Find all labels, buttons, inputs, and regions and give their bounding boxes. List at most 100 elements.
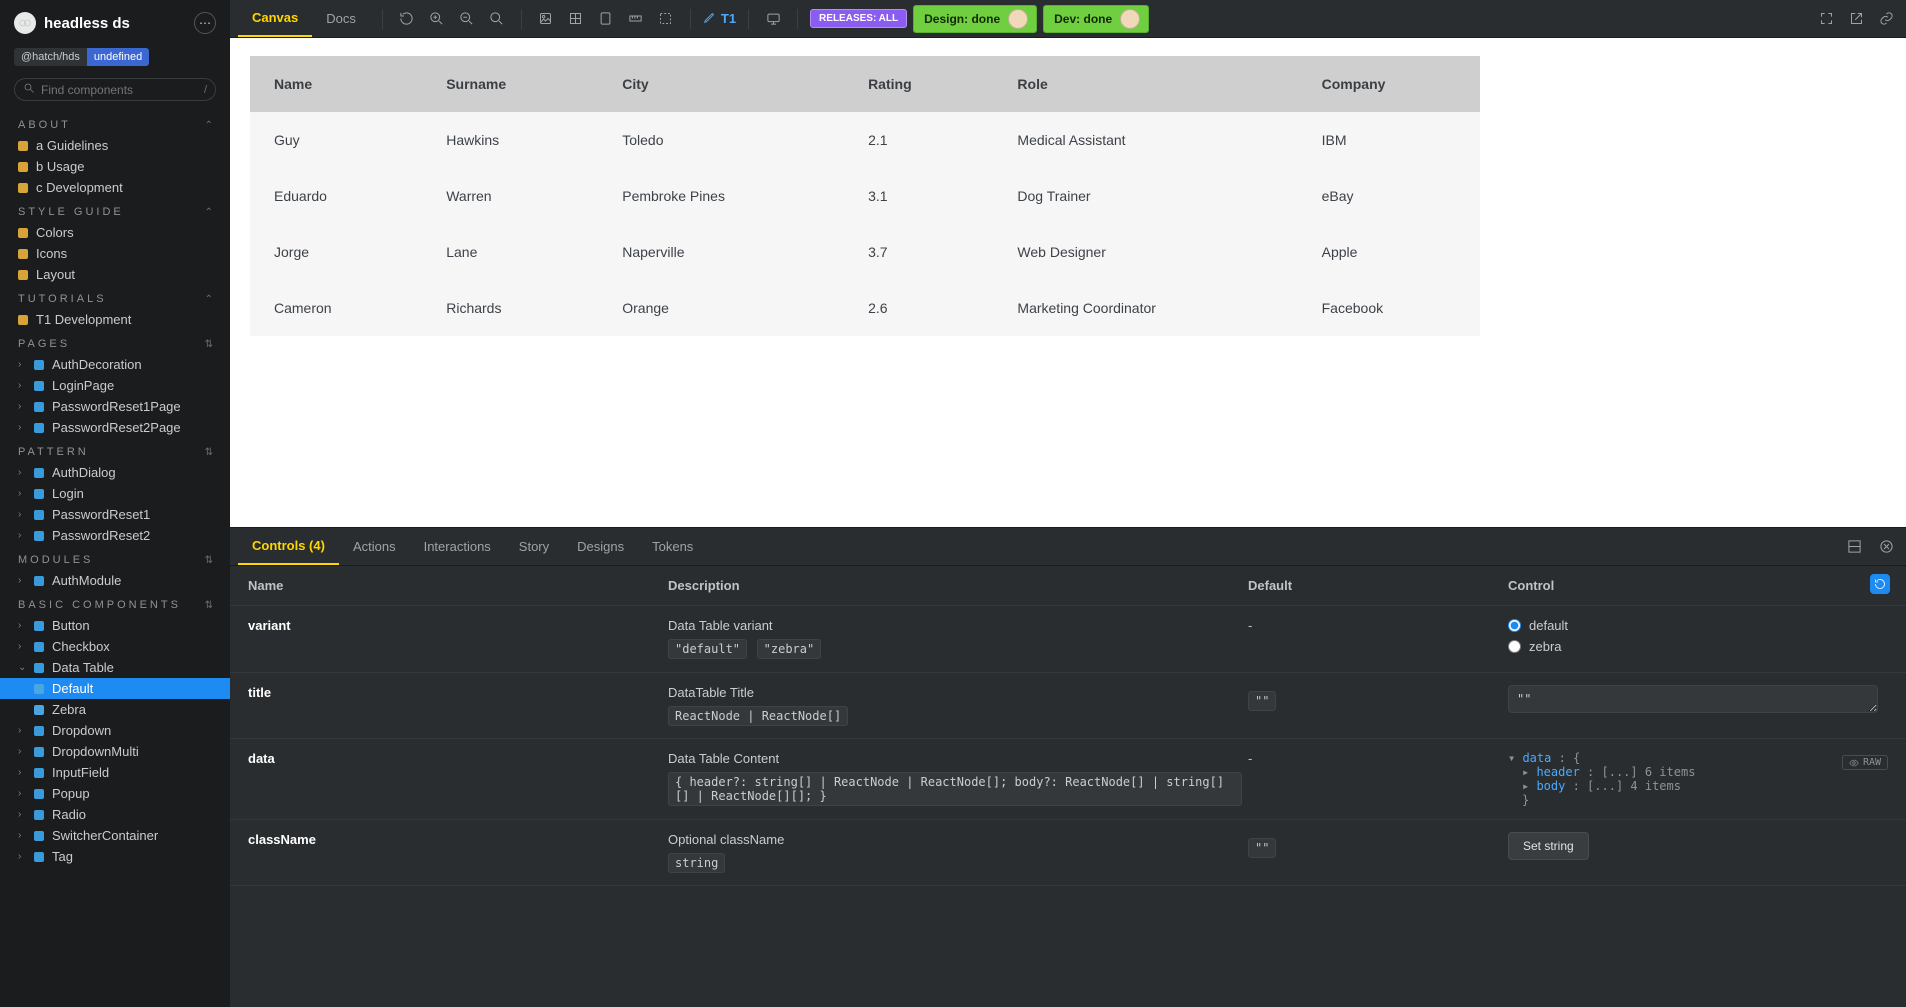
sidebar-item-tag[interactable]: ›Tag [0,846,230,867]
variant-option-zebra[interactable]: zebra [1508,639,1888,654]
addon-tab-designs[interactable]: Designs [563,528,638,565]
viewport-icon[interactable] [594,7,618,31]
sidebar-item-popup[interactable]: ›Popup [0,783,230,804]
arg-row-variant: variant Data Table variant "default" "ze… [230,606,1906,673]
measure-icon[interactable] [624,7,648,31]
args-table-head: Name Description Default Control [230,566,1906,606]
col-city: City [598,56,844,112]
edit-mode-label: T1 [721,11,736,26]
sort-icon: ⇅ [205,600,216,611]
fullscreen-icon[interactable] [1814,7,1838,31]
section-basic-components[interactable]: BASIC COMPONENTS ⇅ [0,591,230,615]
sidebar-item-data-table-zebra[interactable]: Zebra [0,699,230,720]
scope-prefix: @hatch/hds [14,48,87,66]
sidebar-item-t1-development[interactable]: T1 Development [0,309,230,330]
sidebar-item-checkbox[interactable]: ›Checkbox [0,636,230,657]
section-about[interactable]: ABOUT ⌃ [0,111,230,135]
search-shortcut: / [204,84,207,96]
arg-row-title: title DataTable Title ReactNode | ReactN… [230,673,1906,739]
collapse-icon: ⌃ [205,294,216,305]
sidebar-item-loginpage[interactable]: ›LoginPage [0,375,230,396]
col-company: Company [1298,56,1480,112]
addons-close-icon[interactable] [1874,535,1898,559]
sidebar-item-colors[interactable]: Colors [0,222,230,243]
outline-icon[interactable] [654,7,678,31]
sidebar-item-data-table[interactable]: ⌄Data Table [0,657,230,678]
grid-icon[interactable] [564,7,588,31]
table-cell: Apple [1298,224,1480,280]
refresh-icon[interactable] [395,7,419,31]
topbar: Canvas Docs T1 RELEASES: ALL [230,0,1906,38]
sidebar-item-dropdown[interactable]: ›Dropdown [0,720,230,741]
releases-badge[interactable]: RELEASES: ALL [810,9,907,28]
brand-logo-icon [14,12,36,34]
sidebar-item-button[interactable]: ›Button [0,615,230,636]
brand-menu-button[interactable]: ⋯ [194,12,216,34]
table-cell: 3.7 [844,224,993,280]
dev-status-chip[interactable]: Dev: done [1043,5,1149,33]
section-tutorials[interactable]: TUTORIALS ⌃ [0,285,230,309]
table-cell: Dog Trainer [993,168,1297,224]
addon-tab-actions[interactable]: Actions [339,528,410,565]
table-cell: Facebook [1298,280,1480,336]
addon-tab-controls[interactable]: Controls (4) [238,528,339,565]
sidebar-item-authmodule[interactable]: ›AuthModule [0,570,230,591]
sidebar-item-authdialog[interactable]: ›AuthDialog [0,462,230,483]
data-json-tree[interactable]: RAW ▾ data : { ▸ header : [...] 6 items … [1508,751,1888,807]
raw-toggle[interactable]: RAW [1842,755,1888,770]
sidebar-item-passwordreset1page[interactable]: ›PasswordReset1Page [0,396,230,417]
title-input[interactable]: "" [1508,685,1878,713]
section-pages[interactable]: PAGES ⇅ [0,330,230,354]
table-row: EduardoWarrenPembroke Pines3.1Dog Traine… [250,168,1480,224]
sidebar-item-guidelines[interactable]: a Guidelines [0,135,230,156]
find-components[interactable]: / [14,78,216,101]
sidebar-item-icons[interactable]: Icons [0,243,230,264]
sidebar-item-login[interactable]: ›Login [0,483,230,504]
addon-tab-tokens[interactable]: Tokens [638,528,707,565]
zoom-out-icon[interactable] [455,7,479,31]
sort-icon: ⇅ [205,555,216,566]
section-pattern[interactable]: PATTERN ⇅ [0,438,230,462]
addon-tab-interactions[interactable]: Interactions [410,528,505,565]
scope-badge[interactable]: @hatch/hds undefined [14,48,149,66]
design-status-chip[interactable]: Design: done [913,5,1037,33]
table-cell: Richards [422,280,598,336]
open-external-icon[interactable] [1844,7,1868,31]
present-icon[interactable] [761,7,785,31]
background-icon[interactable] [534,7,558,31]
sidebar-item-usage[interactable]: b Usage [0,156,230,177]
sidebar-item-passwordreset1[interactable]: ›PasswordReset1 [0,504,230,525]
reset-controls-button[interactable] [1870,574,1890,594]
sidebar-item-passwordreset2page[interactable]: ›PasswordReset2Page [0,417,230,438]
sidebar-item-development[interactable]: c Development [0,177,230,198]
section-modules[interactable]: MODULES ⇅ [0,546,230,570]
set-string-button[interactable]: Set string [1508,832,1589,860]
sidebar-item-passwordreset2[interactable]: ›PasswordReset2 [0,525,230,546]
copy-link-icon[interactable] [1874,7,1898,31]
sidebar-item-dropdownmulti[interactable]: ›DropdownMulti [0,741,230,762]
zoom-reset-icon[interactable] [485,7,509,31]
table-row: GuyHawkinsToledo2.1Medical AssistantIBM [250,112,1480,168]
section-style-guide[interactable]: STYLE GUIDE ⌃ [0,198,230,222]
arg-row-classname: className Optional className string "" S… [230,820,1906,886]
sidebar-item-authdecoration[interactable]: ›AuthDecoration [0,354,230,375]
sidebar-item-switchercontainer[interactable]: ›SwitcherContainer [0,825,230,846]
addons-panel: Controls (4) Actions Interactions Story … [230,527,1906,1007]
tab-canvas[interactable]: Canvas [238,0,312,37]
variant-option-default[interactable]: default [1508,618,1888,633]
sidebar-item-layout[interactable]: Layout [0,264,230,285]
col-name: Name [250,56,422,112]
sidebar-item-inputfield[interactable]: ›InputField [0,762,230,783]
addons-layout-icon[interactable] [1842,535,1866,559]
sidebar-item-radio[interactable]: ›Radio [0,804,230,825]
tab-docs[interactable]: Docs [312,0,370,37]
table-cell: Guy [250,112,422,168]
table-cell: eBay [1298,168,1480,224]
sidebar-item-data-table-default[interactable]: Default [0,678,230,699]
addon-tab-story[interactable]: Story [505,528,563,565]
scope-suffix: undefined [87,48,149,66]
search-input[interactable] [41,83,198,97]
sidebar: headless ds ⋯ @hatch/hds undefined / ABO… [0,0,230,1007]
zoom-in-icon[interactable] [425,7,449,31]
edit-mode[interactable]: T1 [703,10,736,27]
